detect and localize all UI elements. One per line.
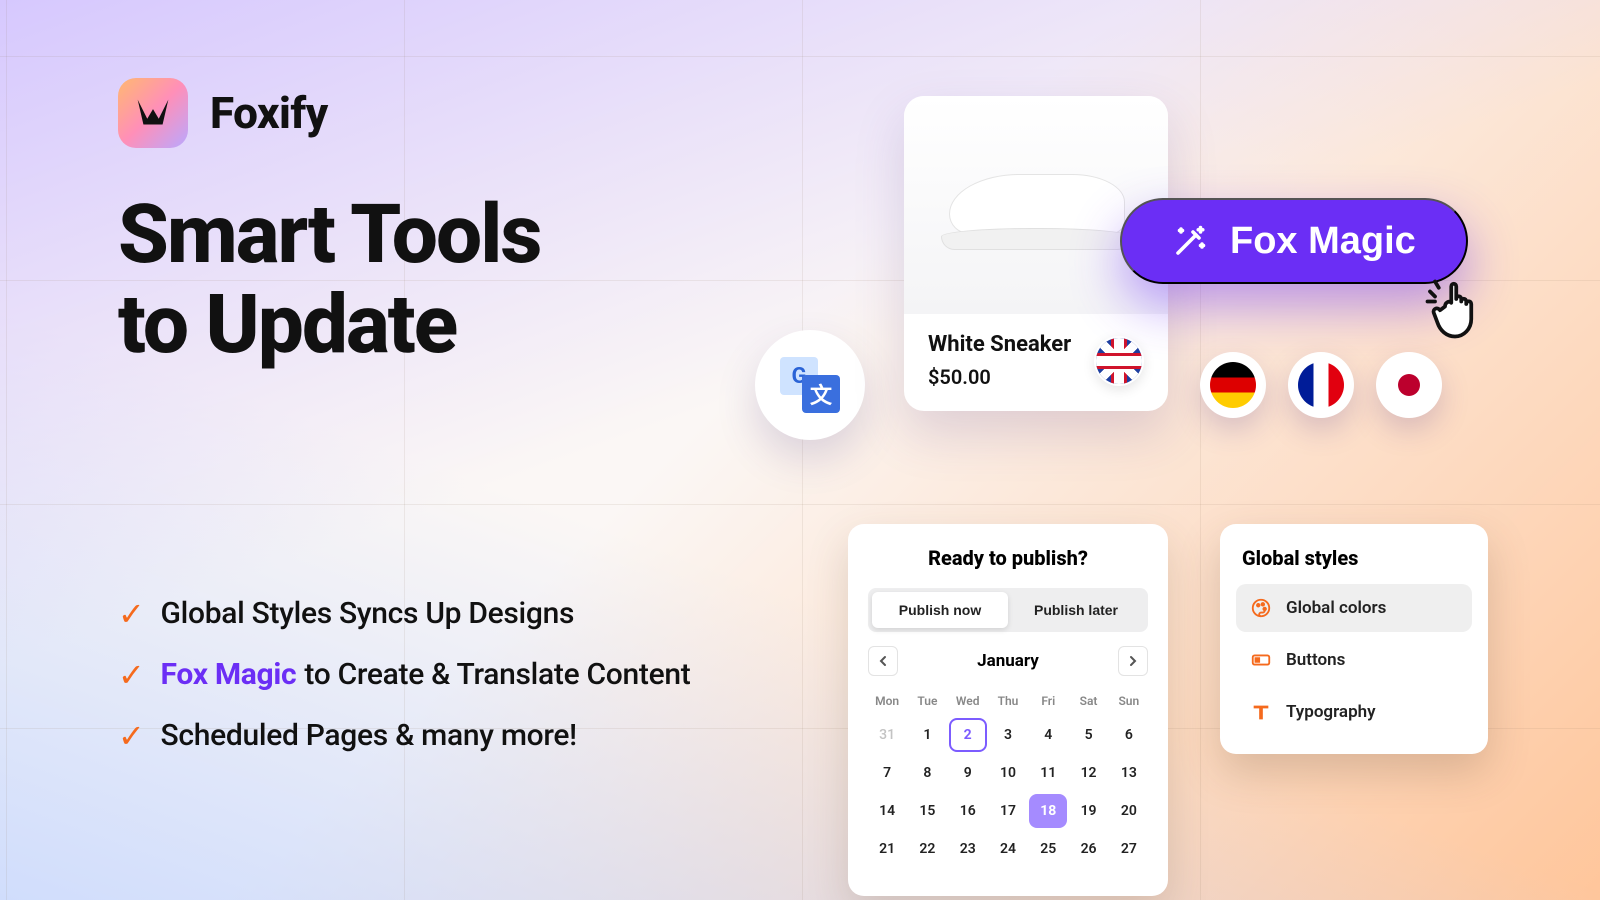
calendar-day[interactable]: 4 <box>1029 718 1067 752</box>
calendar-day[interactable]: 1 <box>908 718 946 752</box>
flag-de-icon[interactable] <box>1200 352 1266 418</box>
palette-icon <box>1250 597 1272 619</box>
flag-fr-icon[interactable] <box>1288 352 1354 418</box>
calendar-day[interactable]: 11 <box>1029 756 1067 790</box>
publish-heading: Ready to publish? <box>868 546 1148 570</box>
global-style-label: Buttons <box>1286 650 1345 670</box>
calendar-day[interactable]: 19 <box>1069 794 1107 828</box>
translate-icon: G 文 <box>755 330 865 440</box>
calendar-day[interactable]: 22 <box>908 832 946 866</box>
product-price: $50.00 <box>928 365 1094 389</box>
calendar-day[interactable]: 9 <box>949 756 987 790</box>
calendar-day[interactable]: 8 <box>908 756 946 790</box>
bullet-3: ✓ Scheduled Pages & many more! <box>118 718 878 753</box>
calendar-nav: January <box>868 646 1148 676</box>
calendar-day[interactable]: 23 <box>949 832 987 866</box>
calendar-dow: Wed <box>949 688 987 714</box>
calendar-day[interactable]: 2 <box>949 718 987 752</box>
bullet-text: Scheduled Pages & many more! <box>161 718 577 753</box>
global-style-item[interactable]: Buttons <box>1236 636 1472 684</box>
calendar-day[interactable]: 16 <box>949 794 987 828</box>
headline-line-2: to Update <box>118 280 540 370</box>
headline-line-1: Smart Tools <box>118 190 540 280</box>
calendar-dow: Mon <box>868 688 906 714</box>
calendar-day[interactable]: 10 <box>989 756 1027 790</box>
calendar-day[interactable]: 17 <box>989 794 1027 828</box>
fox-magic-button[interactable]: Fox Magic <box>1120 198 1468 284</box>
brand-row: Foxify <box>118 78 328 148</box>
calendar-day[interactable]: 25 <box>1029 832 1067 866</box>
magic-wand-icon <box>1172 223 1208 259</box>
calendar-day[interactable]: 12 <box>1069 756 1107 790</box>
calendar-grid: MonTueWedThuFriSatSun3112345678910111213… <box>868 688 1148 866</box>
chevron-left-icon <box>877 655 889 667</box>
publish-later-tab[interactable]: Publish later <box>1008 592 1144 628</box>
button-icon <box>1250 649 1272 671</box>
calendar-day[interactable]: 14 <box>868 794 906 828</box>
publish-segmented: Publish now Publish later <box>868 588 1148 632</box>
calendar-dow: Thu <box>989 688 1027 714</box>
publish-now-tab[interactable]: Publish now <box>872 592 1008 628</box>
calendar-day[interactable]: 5 <box>1069 718 1107 752</box>
calendar-dow: Sun <box>1110 688 1148 714</box>
calendar-day[interactable]: 24 <box>989 832 1027 866</box>
global-style-item[interactable]: Typography <box>1236 688 1472 736</box>
language-flags <box>1200 352 1442 418</box>
check-icon: ✓ <box>118 659 145 691</box>
product-title: White Sneaker <box>928 332 1094 357</box>
bullet-text: Global Styles Syncs Up Designs <box>161 596 575 631</box>
global-styles-card: Global styles Global colors Buttons Typogr… <box>1220 524 1488 754</box>
headline: Smart Tools to Update <box>118 190 540 370</box>
cursor-hand-icon <box>1420 264 1500 344</box>
global-style-item[interactable]: Global colors <box>1236 584 1472 632</box>
sneaker-illustration <box>941 160 1131 250</box>
calendar-day[interactable]: 13 <box>1110 756 1148 790</box>
check-icon: ✓ <box>118 598 145 630</box>
brand-name: Foxify <box>210 87 328 139</box>
brand-logo-icon <box>118 78 188 148</box>
chevron-right-icon <box>1127 655 1139 667</box>
global-styles-heading: Global styles <box>1236 546 1472 570</box>
bullet-1: ✓ Global Styles Syncs Up Designs <box>118 596 878 631</box>
bullet-2: ✓ Fox Magicto Create & Translate Content <box>118 657 878 692</box>
calendar-day-other[interactable]: 31 <box>868 718 906 752</box>
calendar-day[interactable]: 15 <box>908 794 946 828</box>
calendar-day[interactable]: 26 <box>1069 832 1107 866</box>
flag-uk-icon <box>1094 336 1144 386</box>
publish-card: Ready to publish? Publish now Publish la… <box>848 524 1168 896</box>
calendar-day[interactable]: 3 <box>989 718 1027 752</box>
bullet-text: to Create & Translate Content <box>304 657 690 692</box>
calendar-prev-button[interactable] <box>868 646 898 676</box>
type-icon <box>1250 701 1272 723</box>
calendar-month: January <box>977 651 1039 671</box>
calendar-day[interactable]: 21 <box>868 832 906 866</box>
calendar-dow: Fri <box>1029 688 1067 714</box>
translate-glyph-b: 文 <box>802 375 840 413</box>
calendar-dow: Sat <box>1069 688 1107 714</box>
calendar-day[interactable]: 18 <box>1029 794 1067 828</box>
calendar-day[interactable]: 27 <box>1110 832 1148 866</box>
calendar-day[interactable]: 7 <box>868 756 906 790</box>
calendar-day[interactable]: 6 <box>1110 718 1148 752</box>
flag-jp-icon[interactable] <box>1376 352 1442 418</box>
calendar-dow: Tue <box>908 688 946 714</box>
bullet-accent: Fox Magic <box>161 657 297 692</box>
product-image <box>904 96 1168 314</box>
calendar-day[interactable]: 20 <box>1110 794 1148 828</box>
calendar-next-button[interactable] <box>1118 646 1148 676</box>
global-style-label: Typography <box>1286 702 1376 722</box>
global-style-label: Global colors <box>1286 598 1386 618</box>
feature-bullets: ✓ Global Styles Syncs Up Designs ✓ Fox M… <box>118 596 878 779</box>
check-icon: ✓ <box>118 720 145 752</box>
fox-magic-label: Fox Magic <box>1230 220 1416 263</box>
